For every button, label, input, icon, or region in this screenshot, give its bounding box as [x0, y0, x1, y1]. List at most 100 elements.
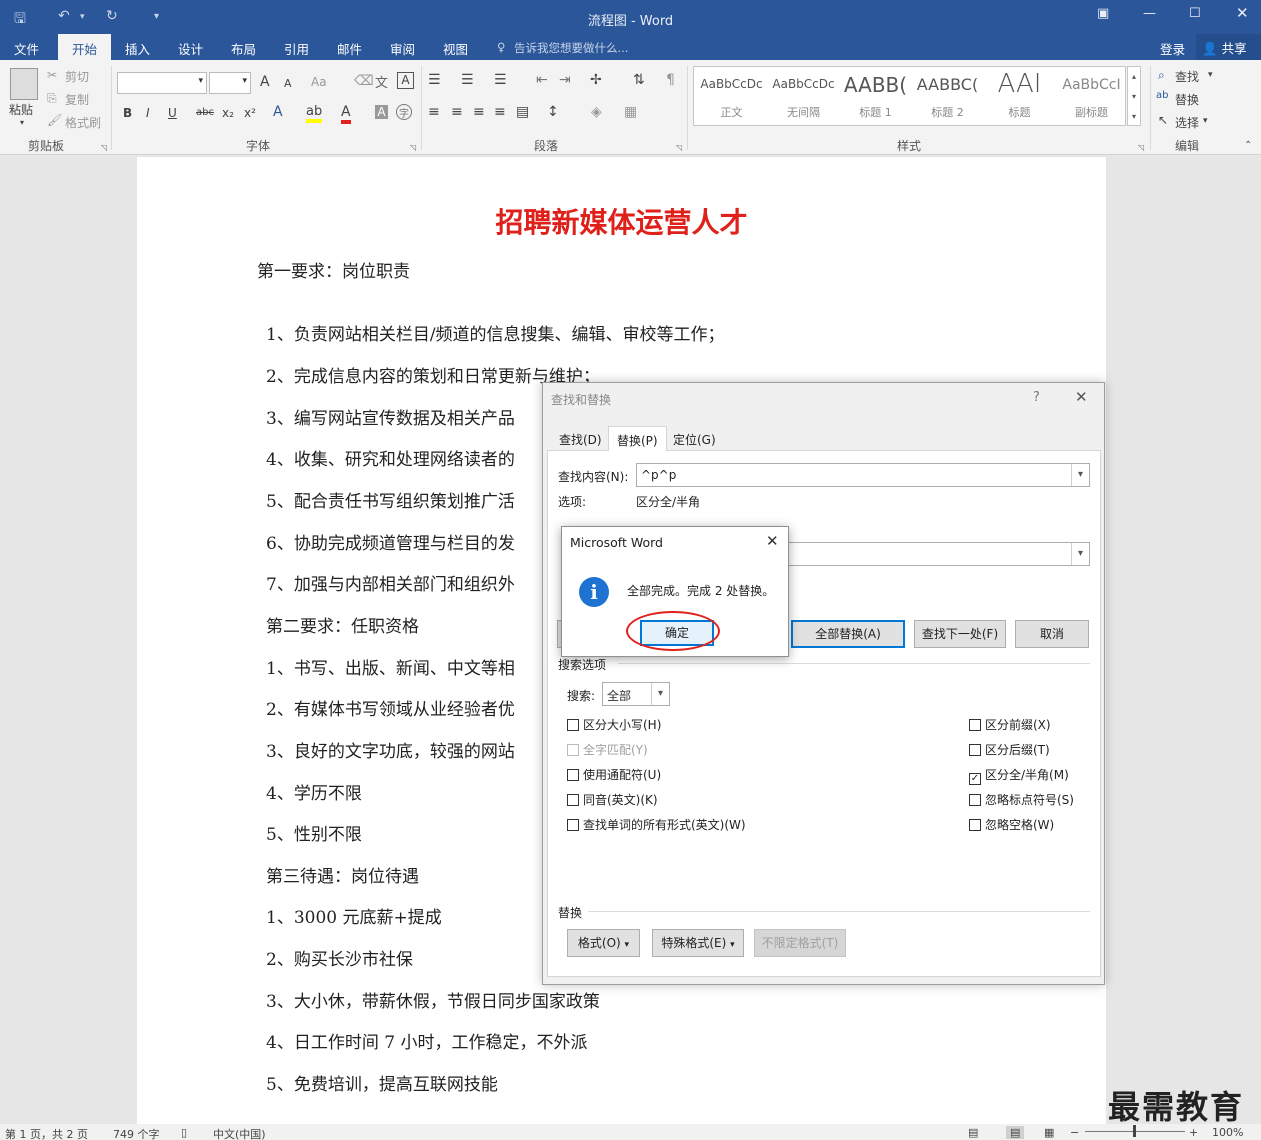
- minimize-icon[interactable]: —: [1143, 6, 1156, 21]
- cut-button[interactable]: 剪切: [65, 68, 89, 85]
- decrease-indent-icon[interactable]: ⇤: [536, 72, 548, 88]
- help-icon[interactable]: ?: [1033, 390, 1040, 405]
- page-count[interactable]: 第 1 页，共 2 页: [5, 1126, 88, 1140]
- tab-review[interactable]: 审阅: [390, 39, 415, 58]
- replace-button[interactable]: 替换: [1175, 91, 1199, 108]
- tab-home[interactable]: 开始: [58, 34, 112, 60]
- proofing-icon[interactable]: ▯: [181, 1126, 187, 1139]
- format-painter-button[interactable]: 格式刷: [65, 114, 101, 131]
- bullets-icon[interactable]: ☰: [428, 72, 441, 88]
- checkbox-box[interactable]: [969, 819, 981, 831]
- distributed-icon[interactable]: ▤: [516, 104, 529, 120]
- all-word-forms-checkbox[interactable]: 查找单词的所有形式(英文)(W): [567, 816, 746, 833]
- paste-dropdown-icon[interactable]: ▾: [20, 118, 24, 127]
- align-left-icon[interactable]: ≡: [428, 104, 440, 120]
- font-name-combo[interactable]: ▾: [117, 72, 207, 94]
- format-button[interactable]: 格式(O) ▾: [567, 929, 640, 957]
- tab-replace[interactable]: 替换(P): [608, 426, 667, 451]
- font-color-icon[interactable]: A: [341, 104, 351, 124]
- word-count[interactable]: 749 个字: [113, 1126, 160, 1140]
- read-mode-icon[interactable]: ▤: [968, 1126, 978, 1139]
- increase-indent-icon[interactable]: ⇥: [559, 72, 571, 88]
- font-launcher-icon[interactable]: ◹: [410, 143, 416, 152]
- special-format-button[interactable]: 特殊格式(E) ▾: [652, 929, 744, 957]
- italic-icon[interactable]: I: [146, 106, 150, 120]
- close-icon[interactable]: ✕: [1236, 4, 1249, 22]
- style-heading-1[interactable]: AABB(标题 1: [840, 67, 911, 125]
- style-normal[interactable]: AaBbCcDc 正文: [696, 67, 767, 125]
- select-button[interactable]: 选择: [1175, 114, 1199, 131]
- char-border-icon[interactable]: A: [397, 72, 414, 89]
- ignore-space-checkbox[interactable]: 忽略空格(W): [969, 816, 1054, 833]
- underline-icon[interactable]: U: [168, 106, 177, 120]
- paste-button[interactable]: 粘贴: [9, 101, 33, 118]
- tab-design[interactable]: 设计: [178, 39, 203, 58]
- tell-me-search[interactable]: 告诉我您想要做什么...: [514, 40, 628, 56]
- checkmark-icon[interactable]: ✓: [969, 773, 981, 785]
- line-spacing-icon[interactable]: ↕: [547, 104, 559, 120]
- maximize-icon[interactable]: ☐: [1189, 6, 1201, 21]
- checkbox-box[interactable]: [567, 769, 579, 781]
- replace-all-button[interactable]: 全部替换(A): [791, 620, 905, 648]
- tab-insert[interactable]: 插入: [125, 39, 150, 58]
- chinese-layout-icon[interactable]: ✢: [590, 72, 602, 88]
- print-layout-icon[interactable]: ▤: [1006, 1126, 1025, 1139]
- match-suffix-checkbox[interactable]: 区分后缀(T): [969, 741, 1050, 758]
- borders-icon[interactable]: ▦: [624, 104, 637, 120]
- style-subtitle[interactable]: AaBbCcI 副标题: [1056, 67, 1127, 125]
- align-right-icon[interactable]: ≡: [473, 104, 485, 120]
- share-button[interactable]: 👤 共享: [1196, 34, 1261, 60]
- styles-launcher-icon[interactable]: ◹: [1138, 143, 1144, 152]
- show-marks-icon[interactable]: ¶: [666, 72, 675, 88]
- char-shading-icon[interactable]: A: [375, 105, 388, 119]
- select-dropdown-icon[interactable]: ▾: [1203, 116, 1208, 126]
- search-direction-combo[interactable]: 全部 ▾: [602, 682, 670, 706]
- match-case-checkbox[interactable]: 区分大小写(H): [567, 716, 661, 733]
- web-layout-icon[interactable]: ▦: [1044, 1126, 1054, 1139]
- checkbox-box[interactable]: [567, 719, 579, 731]
- checkbox-box[interactable]: [567, 819, 579, 831]
- multilevel-list-icon[interactable]: ☰: [494, 72, 507, 88]
- paragraph-launcher-icon[interactable]: ◹: [676, 143, 682, 152]
- numbering-icon[interactable]: ☰: [461, 72, 474, 88]
- tab-references[interactable]: 引用: [284, 39, 309, 58]
- checkbox-box[interactable]: [969, 719, 981, 731]
- sort-icon[interactable]: ⇅: [633, 72, 645, 88]
- style-title[interactable]: AAI 标题: [984, 67, 1055, 125]
- checkbox-box[interactable]: [969, 794, 981, 806]
- find-dropdown-icon[interactable]: ▾: [1208, 70, 1213, 80]
- tab-file[interactable]: 文件: [14, 39, 39, 58]
- tab-mailings[interactable]: 邮件: [337, 39, 362, 58]
- chevron-down-icon[interactable]: ▾: [1071, 464, 1089, 486]
- find-button[interactable]: 查找: [1175, 68, 1199, 85]
- sounds-like-checkbox[interactable]: 同音(英文)(K): [567, 791, 658, 808]
- highlight-icon[interactable]: ab: [306, 104, 323, 123]
- checkbox-box[interactable]: [567, 794, 579, 806]
- enclose-char-icon[interactable]: 字: [396, 104, 412, 120]
- tab-goto[interactable]: 定位(G): [665, 426, 724, 451]
- subscript-icon[interactable]: x₂: [222, 106, 234, 120]
- wildcards-checkbox[interactable]: 使用通配符(U): [567, 766, 661, 783]
- tab-view[interactable]: 视图: [443, 39, 468, 58]
- zoom-out-icon[interactable]: −: [1070, 1126, 1079, 1139]
- style-no-spacing[interactable]: AaBbCcDc 无间隔: [768, 67, 839, 125]
- checkbox-box[interactable]: [969, 744, 981, 756]
- language-indicator[interactable]: 中文(中国): [213, 1126, 266, 1140]
- styles-scroll[interactable]: ▴ ▾ ▾: [1127, 66, 1141, 126]
- font-size-combo[interactable]: ▾: [209, 72, 251, 94]
- strikethrough-icon[interactable]: abc: [196, 107, 214, 118]
- justify-icon[interactable]: ≡: [494, 104, 506, 120]
- match-width-checkbox[interactable]: ✓ 区分全/半角(M): [969, 766, 1069, 785]
- tab-find[interactable]: 查找(D): [551, 426, 610, 451]
- message-close-icon[interactable]: ✕: [766, 532, 779, 550]
- match-prefix-checkbox[interactable]: 区分前缀(X): [969, 716, 1051, 733]
- style-heading-2[interactable]: AABBC(标题 2: [912, 67, 983, 125]
- clipboard-launcher-icon[interactable]: ◹: [101, 143, 107, 152]
- find-next-button[interactable]: 查找下一处(F): [914, 620, 1006, 648]
- chevron-down-icon[interactable]: ▾: [1071, 543, 1089, 565]
- ignore-punctuation-checkbox[interactable]: 忽略标点符号(S): [969, 791, 1074, 808]
- superscript-icon[interactable]: x²: [244, 106, 256, 120]
- phonetic-guide-icon[interactable]: 文: [375, 72, 388, 91]
- dialog-close-icon[interactable]: ✕: [1075, 388, 1088, 406]
- clear-format-icon[interactable]: ⌫: [354, 73, 374, 89]
